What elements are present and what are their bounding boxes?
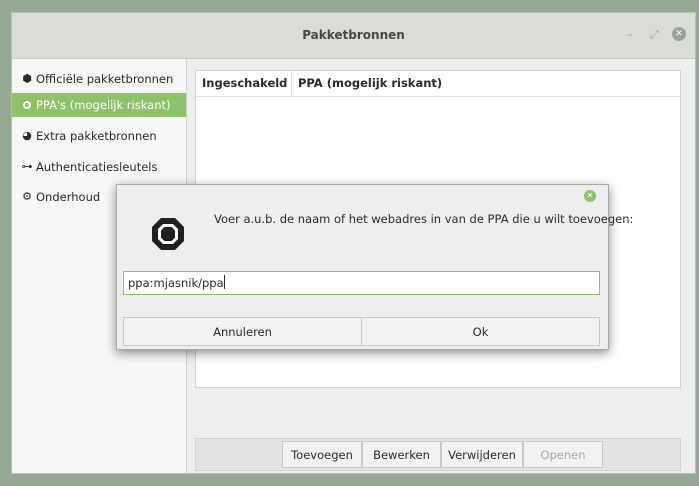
column-header-enabled[interactable]: Ingeschakeld	[202, 71, 287, 96]
sidebar-item-ppas[interactable]: PPA's (mogelijk riskant)	[12, 93, 186, 117]
key-icon: ⊶	[21, 160, 33, 173]
sidebar-item-label: Officiële pakketbronnen	[36, 72, 174, 86]
ppa-input[interactable]: ppa:mjasnik/ppa	[123, 271, 600, 295]
maximize-icon[interactable]: ⤢	[650, 29, 659, 41]
minimize-icon[interactable]: –	[627, 29, 633, 41]
ok-button[interactable]: Ok	[361, 317, 600, 346]
package-icon: ⬢	[22, 72, 32, 85]
sidebar-item-label: Authenticatiesleutels	[36, 160, 158, 174]
sidebar-item-label: Extra pakketbronnen	[36, 129, 157, 143]
column-header-ppa[interactable]: PPA (mogelijk riskant)	[298, 71, 442, 96]
add-ppa-dialog: ✕ Voer a.u.b. de naam of het webadres in…	[116, 184, 633, 350]
sidebar-item-label: Onderhoud	[36, 190, 101, 204]
column-divider	[291, 71, 292, 96]
radio-icon	[23, 101, 31, 109]
maintenance-icon: ⚙	[22, 190, 32, 203]
sidebar-item-extra-sources[interactable]: ◕ Extra pakketbronnen	[12, 124, 186, 148]
edit-button[interactable]: Bewerken	[362, 441, 441, 468]
open-button[interactable]: Openen	[523, 441, 603, 468]
text-caret	[223, 275, 225, 289]
cancel-button[interactable]: Annuleren	[123, 317, 362, 346]
close-icon[interactable]: ✕	[672, 27, 686, 41]
window-title: Pakketbronnen	[302, 28, 405, 42]
globe-icon: ◕	[22, 129, 32, 142]
action-button-bar: Toevoegen Bewerken Verwijderen Openen	[195, 438, 681, 471]
title-bar[interactable]: Pakketbronnen – ⤢ ✕	[12, 13, 695, 59]
close-icon[interactable]: ✕	[584, 190, 596, 202]
ppa-input-value: ppa:mjasnik/ppa	[128, 276, 224, 290]
sidebar-item-official-sources[interactable]: ⬢ Officiële pakketbronnen	[12, 67, 186, 91]
table-header: Ingeschakeld PPA (mogelijk riskant)	[196, 71, 680, 97]
remove-button[interactable]: Verwijderen	[441, 441, 523, 468]
add-button[interactable]: Toevoegen	[282, 441, 362, 468]
dialog-message: Voer a.u.b. de naam of het webadres in v…	[214, 212, 634, 226]
stop-icon	[152, 218, 184, 250]
sidebar-item-authentication-keys[interactable]: ⊶ Authenticatiesleutels	[12, 155, 186, 179]
sidebar-item-label: PPA's (mogelijk riskant)	[36, 98, 171, 112]
